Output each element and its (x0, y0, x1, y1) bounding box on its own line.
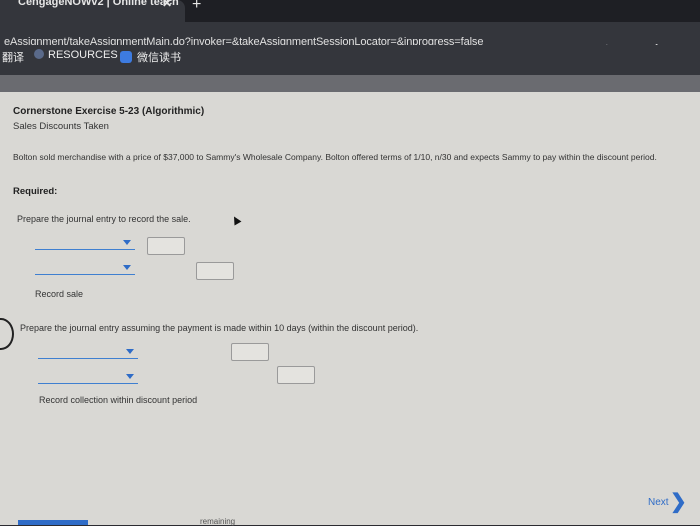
q2-prompt: Prepare the journal entry assuming the p… (20, 323, 419, 333)
bookmark-weixin-label: 微信读书 (137, 52, 181, 64)
q1-note: Record sale (35, 289, 84, 299)
new-tab-button[interactable]: + (192, 0, 201, 14)
close-tab-icon[interactable]: ✕ (162, 0, 172, 10)
bookmark-resources-label: RESOURCES (48, 49, 118, 61)
bookmark-translate[interactable]: 翻译 (2, 49, 24, 65)
q2-account-dropdown-1[interactable] (38, 346, 138, 359)
q1-debit-input[interactable] (147, 237, 185, 255)
assignment-page: Cornerstone Exercise 5-23 (Algorithmic) … (0, 92, 700, 525)
q2-account-dropdown-2[interactable] (38, 371, 138, 384)
q1-prompt: Prepare the journal entry to record the … (17, 214, 191, 224)
section-marker (0, 318, 14, 350)
next-chevron-icon[interactable]: ❯ (670, 489, 687, 514)
bookmark-resources[interactable]: RESOURCES (34, 49, 118, 61)
problem-text: Bolton sold merchandise with a price of … (13, 152, 657, 162)
exercise-title: Cornerstone Exercise 5-23 (Algorithmic) (13, 106, 205, 117)
globe-icon (34, 49, 44, 59)
chevron-down-icon (126, 349, 134, 354)
q1-account-dropdown-2[interactable] (35, 262, 135, 275)
chevron-down-icon (123, 240, 131, 245)
browser-tab-strip: CengageNOWv2 | Online teach ✕ + (0, 0, 700, 22)
progress-bar (18, 520, 88, 525)
chevron-down-icon (126, 374, 134, 379)
q2-debit-input[interactable] (231, 343, 269, 361)
browser-tab[interactable]: CengageNOWv2 | Online teach ✕ (0, 0, 185, 22)
exercise-subtitle: Sales Discounts Taken (13, 121, 109, 132)
required-heading: Required: (13, 186, 58, 197)
bookmarks-bar: 翻译 RESOURCES 微信读书 (0, 45, 700, 75)
q1-credit-input[interactable] (196, 262, 234, 280)
q2-note: Record collection within discount period (39, 395, 198, 405)
weixin-read-icon (120, 51, 132, 63)
mouse-cursor-icon (230, 214, 242, 226)
next-button-label[interactable]: Next (648, 497, 669, 508)
q1-account-dropdown-1[interactable] (35, 237, 135, 250)
q2-credit-input[interactable] (277, 366, 315, 384)
tab-title: CengageNOWv2 | Online teach (18, 0, 179, 8)
chevron-down-icon (123, 265, 131, 270)
bookmark-weixin[interactable]: 微信读书 (120, 49, 181, 65)
